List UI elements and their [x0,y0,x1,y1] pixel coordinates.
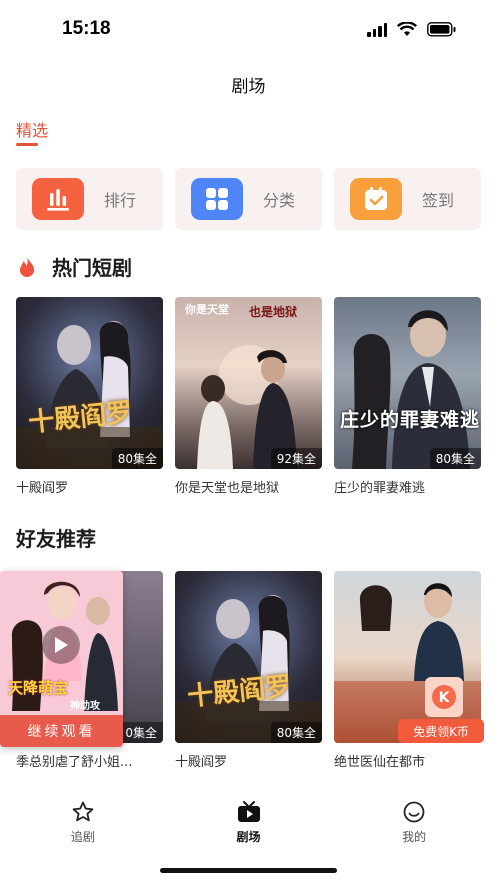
hot-section-label: 热门短剧 [52,256,132,280]
tv-play-icon [237,801,260,822]
star-icon [72,801,94,822]
checkin-label: 签到 [422,191,455,210]
poster-subtitle-art: 神助攻 [70,701,100,712]
free-k-coin-button[interactable]: 免费领K币 [398,719,484,743]
drama-card[interactable]: 你是天堂 也是地狱 92集全 你是天堂也是地狱 [175,297,322,496]
ranking-label: 排行 [104,191,137,210]
k-coin-letter: K [439,690,451,706]
poster-title-art: 天降萌宝 [8,679,69,697]
poster-image: 庄少的罪妻难逃 80集全 [334,297,481,469]
drama-card[interactable]: 庄少的罪妻难逃 80集全 庄少的罪妻难逃 [334,297,481,496]
poster-image: 你是天堂 也是地狱 92集全 [175,297,322,469]
fire-icon [20,256,34,277]
drama-card[interactable]: 十殿阎罗 80集全 十殿阎罗 [16,297,163,496]
nav-item-profile[interactable]: 我的 [331,800,497,852]
drama-title: 绝世医仙在都市 [334,755,426,770]
k-coin-icon[interactable]: K [425,677,463,717]
profile-smile-icon [403,801,425,823]
ranking-button[interactable]: 排行 [16,168,163,230]
wifi-icon [397,22,417,36]
hot-section-title: 热门短剧 [16,252,132,281]
bottom-nav: 追剧 剧场 我的 [0,800,497,852]
hot-list: 十殿阎罗 80集全 十殿阎罗 你是天堂 也是地狱 92集全 你是天堂也是地狱 庄… [16,297,481,496]
poster-image: 十殿阎罗 80集全 [16,297,163,469]
poster-title-art: 你是天堂 [185,303,229,316]
battery-icon [427,22,456,37]
poster-image [334,571,481,743]
episode-badge: 80集全 [270,722,322,743]
nav-item-follow[interactable]: 追剧 [0,800,166,852]
play-icon[interactable] [42,626,80,664]
page-title: 剧场 [231,77,266,97]
friends-section-label: 好友推荐 [16,527,96,551]
status-bar: 15:18 [0,0,497,58]
drama-title: 庄少的罪妻难逃 [334,481,426,496]
poster-image: 十殿阎罗 80集全 [175,571,322,743]
checkin-button[interactable]: 签到 [334,168,481,230]
tab-featured[interactable]: 精选 [16,117,48,141]
ranking-chart-icon [32,178,84,220]
nav-label-profile: 我的 [402,830,427,844]
episode-badge: 0集全 [119,722,163,743]
drama-title: 你是天堂也是地狱 [175,481,280,496]
nav-item-theater[interactable]: 剧场 [166,800,332,852]
poster-title-art: 也是地狱 [249,305,298,319]
status-icons [367,22,457,37]
home-indicator [160,868,337,873]
drama-card[interactable]: 十殿阎罗 80集全 十殿阎罗 [175,571,322,770]
tab-underline [16,143,38,146]
drama-title: 季总别虐了舒小姐... [16,755,133,770]
drama-title: 十殿阎罗 [175,755,228,770]
category-button[interactable]: 分类 [175,168,322,230]
signal-icon [367,22,387,37]
category-grid-icon [191,178,243,220]
episode-badge: 92集全 [270,448,322,469]
status-time: 15:18 [62,18,111,39]
episode-badge: 80集全 [111,448,163,469]
quick-actions: 排行 分类 签到 [16,168,481,230]
nav-label-follow: 追剧 [70,830,95,844]
continue-watching-button[interactable]: 继续观看 [0,715,123,747]
continue-watching-player[interactable]: 天降萌宝 神助攻 继续观看 [0,571,123,747]
checkin-calendar-icon [350,178,402,220]
episode-badge: 80集全 [429,448,481,469]
poster-title-art: 庄少的罪妻难逃 [340,409,481,431]
friends-section-title: 好友推荐 [16,523,96,552]
drama-title: 十殿阎罗 [16,481,69,496]
nav-label-theater: 剧场 [236,830,261,844]
category-label: 分类 [263,191,296,210]
